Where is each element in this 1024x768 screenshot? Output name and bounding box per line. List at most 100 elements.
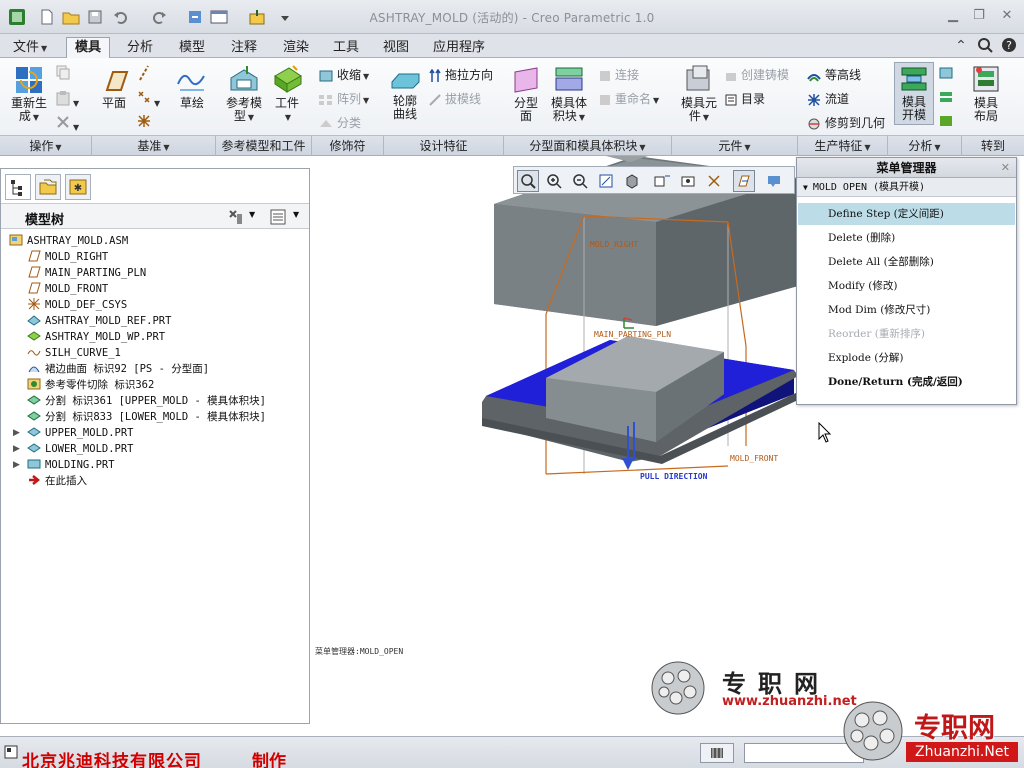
- regenerate-button[interactable]: 重新生成 ▼: [8, 64, 50, 124]
- catalog-button[interactable]: 目录: [724, 90, 765, 107]
- tree-node[interactable]: 裙边曲面 标识92 [PS - 分型面]: [27, 361, 209, 377]
- connect-button[interactable]: 连接: [598, 66, 639, 83]
- filter-icon[interactable]: [700, 743, 734, 763]
- copy-icon[interactable]: [55, 64, 71, 83]
- volume-block-button[interactable]: 模具体 积块 ▼: [548, 64, 590, 124]
- help-icon[interactable]: ?: [1000, 37, 1018, 55]
- paste-icon[interactable]: ▼: [55, 90, 79, 109]
- rename-button[interactable]: 重命名 ▼: [598, 90, 659, 107]
- menu-item-define-step[interactable]: Define Step (定义间距): [798, 203, 1015, 225]
- shrink-button[interactable]: 收缩 ▼: [318, 66, 369, 83]
- refit-icon[interactable]: [517, 170, 539, 192]
- tab-model[interactable]: 模型: [170, 37, 214, 58]
- tree-node[interactable]: 参考零件切除 标识362: [27, 377, 154, 393]
- tree-node[interactable]: MOLD_RIGHT: [27, 249, 108, 265]
- group-datum[interactable]: 基准 ▼: [92, 136, 216, 156]
- draft-line-button[interactable]: 拔模线: [428, 90, 481, 107]
- delete-icon[interactable]: ▼: [55, 114, 79, 133]
- contour-button[interactable]: 等高线: [806, 66, 861, 83]
- pattern-button[interactable]: 阵列 ▼: [318, 90, 369, 107]
- axis-icon[interactable]: [136, 64, 152, 85]
- expand-icon[interactable]: ▶: [13, 444, 23, 454]
- tab-annotate[interactable]: 注释: [222, 37, 266, 58]
- view-manager-icon[interactable]: [677, 170, 699, 192]
- tree-node[interactable]: 分割 标识361 [UPPER_MOLD - 模具体积块]: [27, 393, 266, 409]
- perspective-icon[interactable]: [703, 170, 725, 192]
- collapse-ribbon-icon[interactable]: ⌃: [952, 37, 970, 55]
- mold-component-button[interactable]: 模具元件 ▼: [678, 64, 720, 124]
- tab-view[interactable]: 视图: [374, 37, 418, 58]
- menu-item-explode[interactable]: Explode (分解): [798, 347, 1015, 369]
- group-production-features[interactable]: 生产特征 ▼: [798, 136, 888, 156]
- mold-layout-button[interactable]: 模具 布局: [966, 64, 1006, 123]
- menu-manager-submenu-header[interactable]: ▼ MOLD OPEN (模具开模): [797, 178, 1016, 197]
- tree-settings-dropdown-icon[interactable]: ▼: [249, 210, 255, 219]
- expand-icon[interactable]: ▶: [13, 428, 23, 438]
- analysis-small-1-icon[interactable]: [938, 66, 954, 83]
- menu-manager-close-icon[interactable]: ✕: [1001, 161, 1010, 174]
- tree-node[interactable]: MOLDING.PRT: [27, 457, 115, 473]
- coordinate-system-icon[interactable]: [136, 112, 152, 133]
- group-components[interactable]: 元件 ▼: [672, 136, 798, 156]
- analysis-small-2-icon[interactable]: [938, 90, 954, 107]
- parting-surface-button[interactable]: 分型面: [510, 66, 542, 123]
- group-parting-volume[interactable]: 分型面和模具体积块 ▼: [504, 136, 672, 156]
- tab-mold[interactable]: 模具: [66, 37, 111, 59]
- tree-node[interactable]: ASHTRAY_MOLD_REF.PRT: [27, 313, 171, 329]
- menu-item-delete[interactable]: Delete (删除): [798, 227, 1015, 249]
- tree-node[interactable]: 分割 标识833 [LOWER_MOLD - 模具体积块]: [27, 409, 266, 425]
- analysis-small-3-icon[interactable]: [938, 114, 954, 131]
- menu-item-mod-dim[interactable]: Mod Dim (修改尺寸): [798, 299, 1015, 321]
- restore-icon[interactable]: ❐: [970, 8, 988, 24]
- point-icon[interactable]: ▼: [136, 88, 160, 109]
- datum-display-icon[interactable]: [733, 170, 755, 192]
- tree-node[interactable]: ASHTRAY_MOLD_WP.PRT: [27, 329, 165, 345]
- trim-to-geometry-button[interactable]: 修剪到几何: [806, 114, 885, 131]
- tab-tools[interactable]: 工具: [324, 37, 368, 58]
- silhouette-curve-button[interactable]: 轮廓 曲线: [388, 68, 422, 121]
- annotation-display-icon[interactable]: [763, 170, 785, 192]
- tree-node[interactable]: ASHTRAY_MOLD.ASM: [9, 233, 128, 249]
- tree-node[interactable]: UPPER_MOLD.PRT: [27, 425, 134, 441]
- close-icon[interactable]: ✕: [998, 8, 1016, 24]
- tab-analysis[interactable]: 分析: [118, 37, 162, 58]
- tab-render[interactable]: 渲染: [274, 37, 318, 58]
- tree-columns-dropdown-icon[interactable]: ▼: [293, 210, 299, 219]
- workpiece-button[interactable]: 工件 ▼: [270, 64, 304, 124]
- minimize-icon[interactable]: ▁: [944, 8, 962, 24]
- saved-orientations-icon[interactable]: [651, 170, 673, 192]
- tab-file[interactable]: 文件 ▼: [4, 37, 56, 58]
- menu-item-delete-all[interactable]: Delete All (全部删除): [798, 251, 1015, 273]
- tree-columns-icon[interactable]: [269, 208, 287, 229]
- tab-applications[interactable]: 应用程序: [424, 37, 494, 58]
- create-casting-button[interactable]: 创建铸模: [724, 66, 789, 83]
- tree-node[interactable]: MOLD_DEF_CSYS: [27, 297, 127, 313]
- tree-node[interactable]: LOWER_MOLD.PRT: [27, 441, 134, 457]
- tree-node[interactable]: MAIN_PARTING_PLN: [27, 265, 146, 281]
- repaint-icon[interactable]: [595, 170, 617, 192]
- tree-node[interactable]: MOLD_FRONT: [27, 281, 108, 297]
- mold-open-button[interactable]: 模具 开模: [894, 62, 934, 125]
- tree-node[interactable]: SILH_CURVE_1: [27, 345, 121, 361]
- group-analysis[interactable]: 分析 ▼: [888, 136, 962, 156]
- expand-icon[interactable]: ▶: [13, 460, 23, 470]
- tree-settings-icon[interactable]: [227, 208, 247, 229]
- zoom-in-icon[interactable]: [543, 170, 565, 192]
- group-operations[interactable]: 操作 ▼: [0, 136, 92, 156]
- zoom-out-icon[interactable]: [569, 170, 591, 192]
- favorites-tab-icon[interactable]: ✱: [65, 174, 91, 200]
- reference-model-button[interactable]: 参考模型 ▼: [222, 64, 266, 124]
- status-toggle-icon[interactable]: [4, 745, 18, 762]
- menu-item-done-return[interactable]: Done/Return (完成/返回): [798, 371, 1015, 393]
- sketch-button[interactable]: 草绘: [174, 66, 210, 110]
- drag-direction-button[interactable]: 拖拉方向: [428, 66, 493, 83]
- search-icon[interactable]: [976, 37, 994, 55]
- menu-item-modify[interactable]: Modify (修改): [798, 275, 1015, 297]
- folder-browser-tab-icon[interactable]: [35, 174, 61, 200]
- model-tree-tab-icon[interactable]: [5, 174, 31, 200]
- runner-button[interactable]: 流道: [806, 90, 849, 107]
- plane-button[interactable]: 平面: [96, 68, 132, 110]
- display-style-icon[interactable]: [621, 170, 643, 192]
- classify-button[interactable]: 分类: [318, 114, 361, 131]
- tree-node-insert-here[interactable]: 在此插入: [27, 473, 87, 489]
